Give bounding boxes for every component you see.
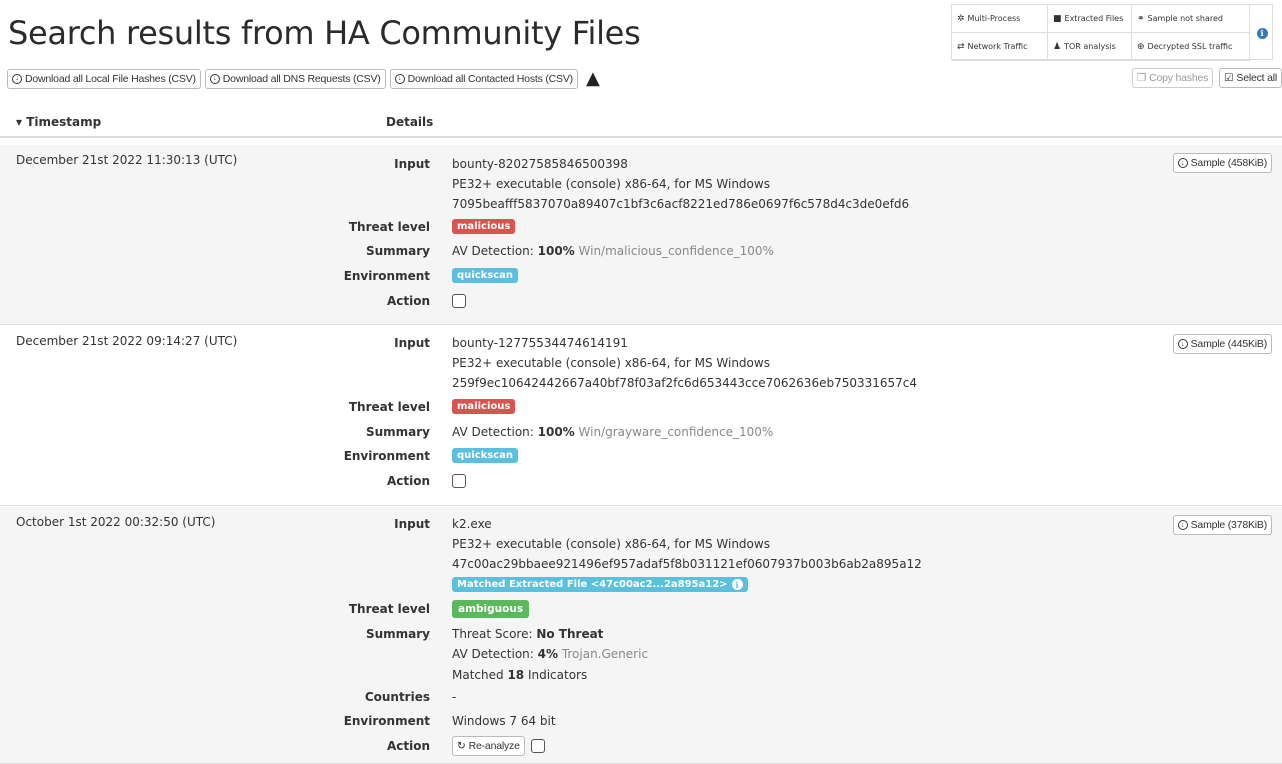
file-icon: ■ (1053, 13, 1062, 24)
legend-network-traffic: ⇄ Network Traffic (952, 33, 1048, 61)
av-detection: AV Detection: 4% Trojan.Generic (452, 647, 649, 661)
input-label: Input (394, 336, 430, 350)
row-select-checkbox[interactable] (530, 739, 545, 753)
legend-info[interactable]: i (1250, 5, 1274, 61)
download-icon: ↓ (209, 73, 220, 84)
action-label: Action (386, 474, 430, 488)
threat-level-label: Threat level (348, 400, 430, 414)
environment-label: Environment (343, 714, 430, 728)
table-row: December 21st 2022 11:30:13 (UTC) Input … (0, 145, 1282, 325)
countries-label: Countries (364, 690, 430, 704)
download-icon: ↓ (1177, 158, 1188, 168)
copy-hashes-button[interactable]: ❐ Copy hashes (1131, 68, 1214, 88)
lock-icon: ⊕ (1137, 41, 1145, 52)
info-icon[interactable]: i (1256, 27, 1268, 39)
threat-level-label: Threat level (348, 602, 430, 616)
row-timestamp: December 21st 2022 11:30:13 (UTC) (16, 153, 238, 167)
av-detection: AV Detection: 100% Win/malicious_confide… (452, 244, 774, 258)
column-header-details: Details (386, 115, 434, 129)
file-hash[interactable]: 259f9ec10642442667a40bf78f03af2fc6d65344… (452, 376, 917, 390)
file-hash[interactable]: 47c00ac29bbaee921496ef957adaf5f8b031121e… (452, 557, 922, 571)
user-secret-icon: ♟ (1053, 41, 1062, 52)
reanalyze-button[interactable]: ↻ Re-analyze (452, 736, 525, 756)
select-all-button[interactable]: ☑ Select all (1219, 68, 1282, 88)
unlink-icon: ⚭ (1137, 13, 1145, 24)
input-label: Input (394, 517, 430, 531)
download-icon: ↓ (1177, 339, 1188, 349)
exchange-icon: ⇄ (957, 41, 965, 52)
download-sample-button[interactable]: ↓ Sample (458KiB) (1172, 153, 1272, 173)
threat-level-label: Threat level (348, 220, 430, 234)
matched-extracted-file-badge[interactable]: Matched Extracted File <47c00ac2...2a895… (452, 577, 748, 592)
download-sample-button[interactable]: ↓ Sample (445KiB) (1172, 334, 1272, 354)
cogs-icon: ✲ (957, 13, 965, 24)
page-title: Search results from HA Community Files (8, 14, 641, 52)
threat-badge: malicious (452, 399, 516, 414)
action-label: Action (386, 294, 430, 308)
check-square-icon: ☑ (1224, 72, 1234, 84)
row-select-checkbox[interactable] (452, 473, 466, 488)
download-toolbar: ↓ Download all Local File Hashes (CSV) ↓ D… (7, 68, 600, 89)
refresh-icon: ↻ (457, 740, 466, 752)
threat-badge: malicious (452, 219, 516, 234)
file-type: PE32+ executable (console) x86-64, for M… (452, 537, 770, 551)
info-icon: i (731, 579, 743, 590)
download-icon: ↓ (1177, 520, 1188, 530)
table-header: ▾ Timestamp Details (0, 108, 1282, 138)
summary-label: Summary (365, 627, 430, 641)
table-row: December 21st 2022 09:14:27 (UTC) Input … (0, 326, 1282, 506)
file-hash[interactable]: 7095beafff5837070a89407c1bf3c6acf8221ed7… (452, 197, 909, 211)
threat-score: Threat Score: No Threat (452, 627, 604, 641)
av-detection: AV Detection: 100% Win/grayware_confiden… (452, 425, 774, 439)
legend-decrypted-ssl: ⊕ Decrypted SSL traffic (1132, 33, 1250, 61)
warning-icon: ▲ (585, 68, 600, 89)
matched-indicators: Matched 18 Indicators (452, 668, 588, 682)
input-name[interactable]: bounty-82027585846500398 (452, 157, 628, 171)
environment-label: Environment (343, 449, 430, 463)
download-sample-button[interactable]: ↓ Sample (378KiB) (1172, 515, 1272, 535)
row-timestamp: December 21st 2022 09:14:27 (UTC) (16, 334, 238, 348)
file-type: PE32+ executable (console) x86-64, for M… (452, 356, 770, 370)
environment-badge: quickscan (452, 268, 519, 283)
row-timestamp: October 1st 2022 00:32:50 (UTC) (16, 515, 216, 529)
file-type: PE32+ executable (console) x86-64, for M… (452, 177, 770, 191)
download-icon: ↓ (12, 73, 22, 84)
legend-multi-process: ✲ Multi-Process (952, 5, 1048, 33)
environment-label: Environment (343, 269, 430, 283)
summary-label: Summary (365, 244, 430, 258)
threat-badge: ambiguous (452, 600, 530, 618)
input-name[interactable]: bounty-12775534474614191 (452, 336, 628, 350)
selection-toolbar: ❐ Copy hashes ☑ Select all (1131, 68, 1282, 88)
input-label: Input (394, 157, 430, 171)
legend-tor-analysis: ♟ TOR analysis (1048, 33, 1132, 61)
legend-extracted-files: ■ Extracted Files (1048, 5, 1132, 33)
download-icon: ↓ (394, 73, 405, 84)
summary-label: Summary (365, 425, 430, 439)
action-label: Action (386, 739, 430, 753)
download-dns-button[interactable]: ↓ Download all DNS Requests (CSV) (204, 68, 386, 89)
feature-legend: ✲ Multi-Process ■ Extracted Files ⚭ Sample … (951, 4, 1274, 61)
countries-value: - (452, 690, 457, 704)
table-row: October 1st 2022 00:32:50 (UTC) Input k2… (0, 507, 1282, 764)
input-name[interactable]: k2.exe (452, 517, 492, 531)
environment-badge: quickscan (452, 448, 519, 463)
copy-icon: ❐ (1136, 72, 1147, 84)
column-header-timestamp[interactable]: ▾ Timestamp (16, 115, 101, 129)
row-select-checkbox[interactable] (452, 293, 466, 308)
download-hosts-button[interactable]: ↓ Download all Contacted Hosts (CSV) (389, 68, 578, 89)
download-hashes-button[interactable]: ↓ Download all Local File Hashes (CSV) (7, 68, 201, 89)
environment-value: Windows 7 64 bit (452, 714, 556, 728)
legend-sample-not-shared: ⚭ Sample not shared (1132, 5, 1250, 33)
